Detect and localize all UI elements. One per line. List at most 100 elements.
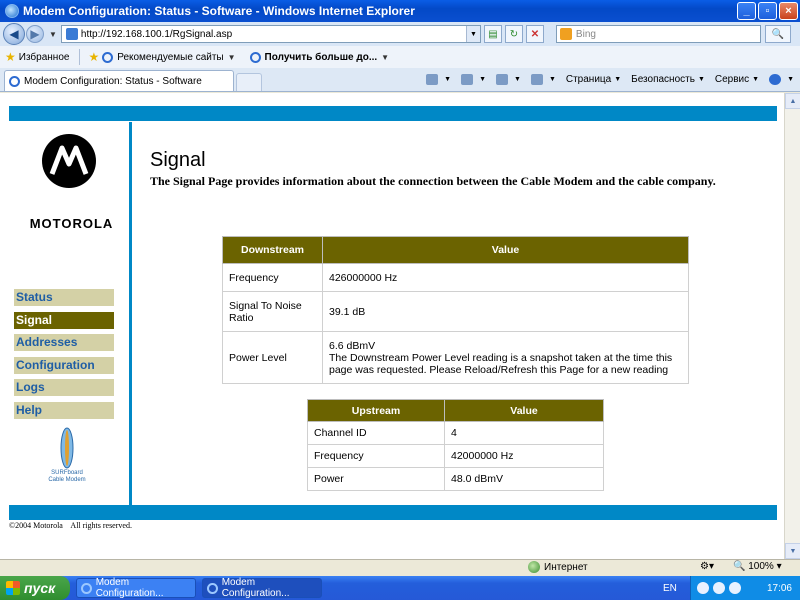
page-icon: [65, 28, 78, 40]
ie-icon: [249, 51, 261, 63]
downstream-table: Downstream Value Frequency 426000000 Hz …: [222, 236, 689, 384]
help-menu[interactable]: ▼: [769, 73, 794, 85]
upstream-table: Upstream Value Channel ID 4 Frequency 42…: [307, 399, 604, 491]
close-button[interactable]: ×: [779, 2, 798, 20]
main-content: Signal The Signal Page provides informat…: [150, 149, 716, 189]
favorites-label: Избранное: [18, 51, 70, 63]
row-label: Power: [307, 467, 445, 491]
forward-button[interactable]: ▶: [26, 25, 44, 43]
page-title: Signal: [150, 149, 206, 171]
chevron-down-icon: ▼: [227, 52, 236, 62]
add-favorite-icon: ★: [88, 50, 100, 64]
star-icon: ★: [5, 50, 16, 64]
row-value: 48.0 dBmV: [444, 467, 604, 491]
row-label: Channel ID: [307, 421, 445, 445]
surfboard-logo: SURFboard Cable Modem: [47, 426, 87, 496]
suggested-sites-label: Рекомендуемые сайты: [117, 51, 224, 63]
search-input[interactable]: Bing: [555, 25, 761, 43]
row-value: 42000000 Hz: [444, 444, 604, 468]
copyright-text: ©2004 Motorola All rights reserved.: [9, 521, 132, 530]
web-page: MOTOROLA Status Signal Addresses Configu…: [0, 93, 784, 559]
table-row: Frequency 426000000 Hz: [222, 263, 689, 292]
tab-modem-configuration[interactable]: Modem Configuration: Status - Software: [4, 70, 234, 91]
home-icon: [426, 73, 439, 85]
separator: [79, 49, 81, 65]
back-button[interactable]: ◀: [3, 23, 25, 45]
compatibility-icon[interactable]: ▤: [483, 25, 502, 43]
motorola-logo: [42, 134, 96, 188]
system-tray: EN 17:06: [663, 576, 800, 600]
ie-icon: [81, 582, 92, 594]
scroll-down-icon[interactable]: ▼: [785, 543, 800, 559]
tray-icon[interactable]: [697, 582, 709, 594]
taskbar-item-ie-1[interactable]: Modem Configuration...: [76, 577, 196, 599]
history-dropdown[interactable]: ▼: [49, 30, 57, 39]
taskbar-item-ie-2[interactable]: Modem Configuration...: [202, 577, 322, 599]
get-more-addons-link[interactable]: Получить больше до... ▼: [249, 51, 394, 63]
url-text: http://192.168.100.1/RgSignal.asp: [80, 28, 233, 40]
clock[interactable]: 17:06: [767, 583, 792, 594]
command-bar: ▼ ▼ ▼ ▼ Страница ▼ Безопасность ▼ Сервис ▼ …: [416, 70, 794, 88]
tab-title: Modem Configuration: Status - Software: [24, 75, 202, 87]
safety-menu[interactable]: Безопасность ▼: [631, 74, 705, 85]
status-bar: Интернет ⚙▾ 🔍 100% ▾: [0, 559, 800, 575]
feeds-button[interactable]: ▼: [461, 73, 486, 85]
scroll-up-icon[interactable]: ▲: [785, 93, 800, 109]
get-more-label: Получить больше до...: [264, 51, 378, 63]
table-header-row: Upstream Value: [307, 399, 604, 422]
windows-logo-icon: [6, 581, 20, 595]
search-button[interactable]: 🔍: [764, 25, 791, 43]
home-button[interactable]: ▼: [426, 73, 451, 85]
cable-modem-label: Cable Modem: [48, 477, 86, 483]
security-zone[interactable]: Интернет: [528, 561, 588, 573]
window-title-bar[interactable]: Modem Configuration: Status - Software -…: [0, 0, 800, 22]
sidebar: MOTOROLA Status Signal Addresses Configu…: [9, 122, 132, 505]
table-header-row: Downstream Value: [222, 236, 689, 264]
tray-icon[interactable]: [729, 582, 741, 594]
suggested-sites-link[interactable]: ★ Рекомендуемые сайты ▼: [88, 50, 239, 64]
sidebar-item-configuration[interactable]: Configuration: [14, 357, 114, 374]
protected-mode-icon[interactable]: ⚙▾: [700, 561, 714, 572]
row-label: Signal To Noise Ratio: [222, 291, 323, 332]
refresh-button[interactable]: ↻: [504, 25, 523, 43]
start-button[interactable]: пуск: [0, 576, 70, 600]
mail-button[interactable]: ▼: [496, 73, 521, 85]
tray-icon[interactable]: [713, 582, 725, 594]
tools-menu[interactable]: Сервис ▼: [715, 74, 759, 85]
window-title: Modem Configuration: Status - Software -…: [23, 4, 415, 18]
page-menu[interactable]: Страница ▼: [566, 74, 621, 85]
table-row: Channel ID 4: [307, 421, 604, 445]
sidebar-item-addresses[interactable]: Addresses: [14, 334, 114, 351]
safety-menu-label: Безопасность: [631, 73, 695, 85]
search-placeholder: Bing: [575, 28, 596, 40]
help-icon: [769, 73, 782, 85]
row-value-cell: 6.6 dBmV The Downstream Power Level read…: [322, 331, 689, 384]
zoom-control[interactable]: 🔍 100% ▾: [733, 561, 782, 572]
page-description: The Signal Page provides information abo…: [150, 174, 716, 188]
print-button[interactable]: ▼: [530, 73, 556, 85]
new-tab-button[interactable]: [236, 73, 262, 91]
column-header: Downstream: [222, 236, 323, 264]
row-label: Frequency: [307, 444, 445, 468]
minimize-button[interactable]: _: [737, 2, 756, 20]
favorites-button[interactable]: ★ Избранное: [5, 50, 69, 64]
sidebar-item-help[interactable]: Help: [14, 402, 114, 419]
sidebar-item-signal[interactable]: Signal: [14, 312, 114, 329]
table-row: Power Level 6.6 dBmV The Downstream Powe…: [222, 331, 689, 384]
tools-menu-label: Сервис: [714, 73, 750, 85]
row-label: Power Level: [222, 331, 323, 384]
stop-button[interactable]: ✕: [525, 25, 544, 43]
sidebar-item-status[interactable]: Status: [14, 289, 114, 306]
vertical-scrollbar[interactable]: ▲ ▼: [784, 93, 800, 559]
maximize-button[interactable]: ▫: [758, 2, 777, 20]
language-indicator[interactable]: EN: [663, 583, 677, 594]
top-banner: [9, 106, 777, 121]
row-value: 39.1 dB: [322, 291, 689, 332]
sidebar-item-logs[interactable]: Logs: [14, 379, 114, 396]
address-input[interactable]: http://192.168.100.1/RgSignal.asp ▼: [60, 25, 481, 43]
column-header: Value: [322, 236, 689, 264]
zone-label: Интернет: [544, 561, 588, 573]
address-dropdown[interactable]: ▼: [465, 26, 480, 42]
row-value: 6.6 dBmV: [329, 339, 376, 352]
zoom-level: 100%: [748, 561, 774, 572]
